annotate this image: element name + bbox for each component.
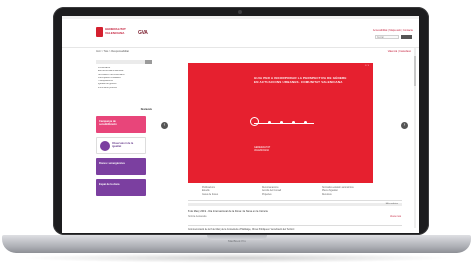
- laptop: GENERALITAT VALENCIANA GVA Accessibilita…: [0, 0, 473, 268]
- logo-icon[interactable]: [96, 27, 103, 37]
- banner-observatory[interactable]: Observatori de la igualtat: [96, 137, 146, 154]
- news-item[interactable]: Commemoració de la 8 de Març de la Conse…: [188, 229, 294, 231]
- site-header: GENERALITAT VALENCIANA GVA Accessibilita…: [62, 19, 419, 48]
- device-label: MacBook Pro: [228, 239, 247, 243]
- search-button[interactable]: [401, 35, 412, 39]
- info-column: Normativa estatal i autonòmica Plans d'i…: [322, 187, 377, 197]
- hero-banner[interactable]: 1 / 5 GUIA PER A INCORPORAR LA PERSPECTI…: [188, 63, 373, 183]
- banner-label: Espai de la dona: [99, 183, 120, 186]
- laptop-shadow: [20, 253, 453, 263]
- laptop-base: [2, 235, 471, 253]
- info-link[interactable]: Guies de bones: [202, 194, 257, 197]
- more-news-link[interactable]: Més notícies: [386, 203, 398, 205]
- search-input[interactable]: Cercar: [375, 35, 399, 39]
- secondary-logo[interactable]: GVA: [138, 30, 148, 36]
- banner-campaign[interactable]: Campanya de sensibilització: [96, 116, 146, 133]
- observatory-logo-icon: [100, 141, 110, 151]
- timeline-dot: [292, 121, 295, 124]
- news-title[interactable]: 8 de Març 2019 - Dia Internacional de la…: [188, 210, 268, 213]
- news-subtitle: Notícia destacada: [188, 216, 207, 218]
- location-icon: [250, 117, 259, 126]
- timeline-dot: [268, 121, 271, 124]
- banner-label: Observatori de la igualtat: [112, 142, 134, 149]
- banner-label: Campanya de sensibilització: [99, 120, 117, 127]
- browser-screen: GENERALITAT VALENCIANA GVA Accessibilita…: [62, 16, 419, 233]
- banner-emergencies[interactable]: Dones i emergències: [96, 158, 146, 175]
- scrollbar-thumb[interactable]: [414, 56, 416, 86]
- info-column: Publicacions Estudis Guies de bones: [202, 187, 257, 197]
- hero-title: GUIA PER A INCORPORAR LA PERSPECTIVA DE …: [254, 76, 347, 85]
- slide-counter: 1 / 5: [364, 65, 369, 67]
- sidebar-item[interactable]: Informació pública: [98, 87, 152, 90]
- sidebar-search-button[interactable]: [145, 60, 152, 64]
- language-switcher[interactable]: Valencià | Castellano: [388, 50, 411, 53]
- info-link[interactable]: Projectes: [262, 194, 317, 197]
- sidebar-search-input[interactable]: [96, 60, 152, 64]
- info-column: Recomanacions Acords del Consell Project…: [262, 187, 317, 197]
- logo-text[interactable]: GENERALITAT VALENCIANA: [105, 27, 129, 35]
- timeline-dot: [304, 121, 307, 124]
- banner-label: Dones i emergències: [99, 162, 125, 165]
- chevron-left-icon[interactable]: ‹: [161, 122, 168, 129]
- top-links[interactable]: Accessibilitat | Mapa web | Contacte: [373, 29, 413, 32]
- read-more-link[interactable]: Veure més: [390, 216, 401, 218]
- camera: [238, 10, 242, 14]
- timeline-dot: [280, 121, 283, 124]
- breadcrumb[interactable]: Inici > Tots > Responsabilitat: [96, 50, 129, 53]
- divider: [188, 200, 402, 201]
- hero-publisher: GENERALITAT VALENCIANA: [254, 146, 271, 152]
- sidebar-section-label: Destacats: [140, 108, 152, 111]
- banner-women-space[interactable]: Espai de la dona: [96, 179, 146, 196]
- chevron-right-icon[interactable]: ›: [401, 122, 408, 129]
- news-bar: Més notícies: [188, 203, 402, 206]
- divider: [188, 225, 402, 226]
- sidebar: Presentació Estructura administrativa No…: [96, 60, 152, 200]
- sidebar-menu: Presentació Estructura administrativa No…: [98, 67, 152, 90]
- info-link[interactable]: Recursos: [322, 194, 377, 197]
